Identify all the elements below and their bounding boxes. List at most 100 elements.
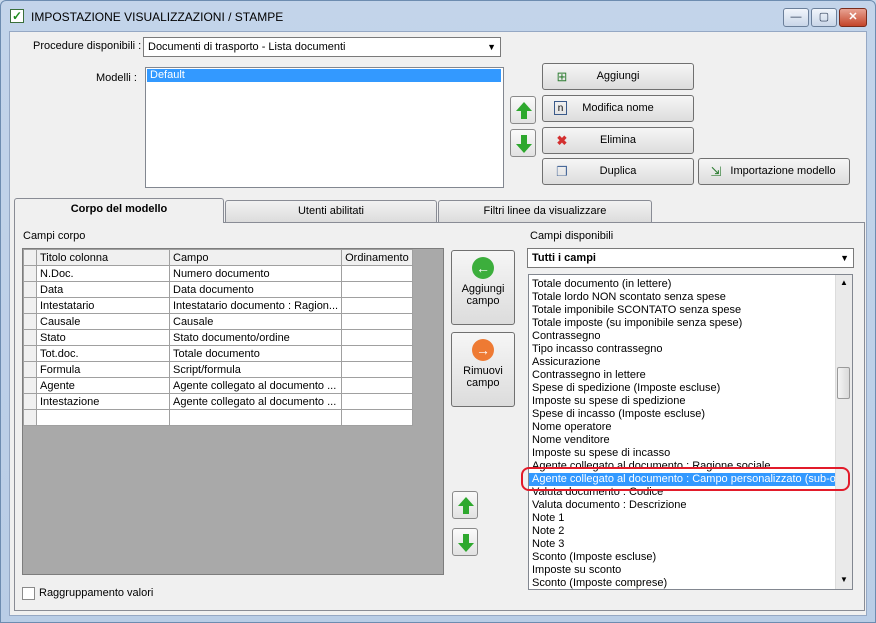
list-item[interactable]: Spese di incasso (Imposte escluse) (529, 408, 835, 421)
campi-disponibili-list[interactable]: Totale documento (in lettere) Totale lord… (528, 274, 853, 590)
list-item[interactable]: Totale lordo NON scontato senza spese (529, 291, 835, 304)
model-move-down-button[interactable] (510, 129, 536, 157)
table-cell[interactable]: Numero documento (168, 265, 343, 282)
table-cell[interactable]: Totale documento (168, 345, 343, 362)
field-move-down-button[interactable] (452, 528, 478, 556)
column-header-ordinamento[interactable]: Ordinamento (341, 249, 413, 266)
list-item[interactable]: Totale documento (in lettere) (529, 278, 835, 291)
list-item[interactable]: Note 1 (529, 512, 835, 525)
list-item[interactable]: Totale imposte (su imponibile senza spes… (529, 317, 835, 330)
table-cell[interactable] (341, 313, 413, 330)
table-cell[interactable]: Script/formula (168, 361, 343, 378)
elimina-button[interactable]: ✖ Elimina (542, 127, 694, 154)
table-cell[interactable] (341, 409, 413, 426)
table-cell[interactable]: Agente collegato al documento ... (168, 377, 343, 394)
table-cell[interactable]: Formula (36, 361, 170, 378)
table-cell[interactable] (341, 393, 413, 410)
modelli-list[interactable]: Default (145, 67, 504, 188)
row-indicator[interactable] (23, 329, 37, 346)
list-item[interactable]: Sconto (Imposte comprese) (529, 577, 835, 589)
tab-utenti-abilitati[interactable]: Utenti abilitati (225, 200, 437, 222)
list-item[interactable]: Imposte su sconto (529, 564, 835, 577)
column-header-titolo[interactable]: Titolo colonna (36, 249, 170, 266)
list-item[interactable]: Imposte su spese di spedizione (529, 395, 835, 408)
row-indicator[interactable] (23, 265, 37, 282)
scroll-up-icon[interactable]: ▲ (840, 278, 848, 287)
field-move-up-button[interactable] (452, 491, 478, 519)
list-item[interactable]: Nome operatore (529, 421, 835, 434)
table-row[interactable] (23, 409, 413, 426)
table-cell[interactable]: Intestatario (36, 297, 170, 314)
column-header-campo[interactable]: Campo (168, 249, 343, 266)
row-indicator[interactable] (23, 393, 37, 410)
list-item[interactable]: Tipo incasso contrassegno (529, 343, 835, 356)
vertical-scrollbar[interactable]: ▲ ▼ (835, 275, 852, 589)
table-cell[interactable]: Tot.doc. (36, 345, 170, 362)
table-row[interactable]: Intestazione Agente collegato al document… (23, 393, 413, 410)
list-item[interactable]: Contrassegno (529, 330, 835, 343)
table-row[interactable]: Data Data documento (23, 281, 413, 298)
table-cell[interactable]: Intestatario documento : Ragion... (168, 297, 343, 314)
list-item[interactable]: Contrassegno in lettere (529, 369, 835, 382)
table-cell[interactable]: Stato (36, 329, 170, 346)
table-cell[interactable]: Stato documento/ordine (168, 329, 343, 346)
row-indicator[interactable] (23, 409, 37, 426)
list-item[interactable]: Note 2 (529, 525, 835, 538)
table-cell[interactable]: Data documento (168, 281, 343, 298)
aggiungi-button[interactable]: ⊞ Aggiungi (542, 63, 694, 90)
campi-corpo-grid[interactable]: Titolo colonna Campo Ordinamento N.Doc. N… (22, 248, 444, 575)
duplica-button[interactable]: ❐ Duplica (542, 158, 694, 185)
list-item[interactable]: Valuta documento : Descrizione (529, 499, 835, 512)
list-item[interactable]: Nome venditore (529, 434, 835, 447)
procedure-select[interactable]: Documenti di trasporto - Lista documenti… (143, 37, 501, 57)
importazione-modello-button[interactable]: ⇲ Importazione modello (698, 158, 850, 185)
modifica-nome-button[interactable]: n Modifica nome (542, 95, 694, 122)
table-row[interactable]: Formula Script/formula (23, 361, 413, 378)
table-cell[interactable] (341, 329, 413, 346)
table-cell[interactable] (341, 297, 413, 314)
tab-corpo-del-modello[interactable]: Corpo del modello (14, 198, 224, 223)
table-cell[interactable] (341, 265, 413, 282)
row-indicator[interactable] (23, 297, 37, 314)
aggiungi-campo-button[interactable]: ← Aggiungi campo (451, 250, 515, 325)
table-cell[interactable] (341, 361, 413, 378)
list-item[interactable]: Imposte su spese di incasso (529, 447, 835, 460)
table-row[interactable]: Tot.doc. Totale documento (23, 345, 413, 362)
table-row[interactable]: Causale Causale (23, 313, 413, 330)
table-cell[interactable]: Agente collegato al documento ... (168, 393, 343, 410)
modelli-item[interactable]: Default (147, 69, 501, 82)
minimize-button[interactable]: — (783, 8, 809, 27)
campi-filter-select[interactable]: Tutti i campi ▼ (527, 248, 854, 268)
row-indicator[interactable] (23, 345, 37, 362)
tab-filtri-linee[interactable]: Filtri linee da visualizzare (438, 200, 652, 222)
table-row[interactable]: Intestatario Intestatario documento : Rag… (23, 297, 413, 314)
scroll-thumb[interactable] (837, 367, 850, 399)
rimuovi-campo-button[interactable]: → Rimuovi campo (451, 332, 515, 407)
table-cell[interactable] (168, 409, 343, 426)
close-button[interactable]: ✕ (839, 8, 867, 27)
table-cell[interactable] (341, 377, 413, 394)
table-cell[interactable]: Causale (168, 313, 343, 330)
list-item[interactable]: Totale imponibile SCONTATO senza spese (529, 304, 835, 317)
table-cell[interactable]: Intestazione (36, 393, 170, 410)
table-cell[interactable]: Data (36, 281, 170, 298)
table-row[interactable]: Stato Stato documento/ordine (23, 329, 413, 346)
list-item[interactable]: Spese di spedizione (Imposte escluse) (529, 382, 835, 395)
row-indicator[interactable] (23, 377, 37, 394)
table-cell[interactable] (341, 345, 413, 362)
table-cell[interactable] (341, 281, 413, 298)
scroll-down-icon[interactable]: ▼ (840, 575, 848, 584)
maximize-button[interactable]: ▢ (811, 8, 837, 27)
list-item[interactable]: Assicurazione (529, 356, 835, 369)
raggruppamento-checkbox[interactable] (22, 587, 35, 600)
row-indicator[interactable] (23, 313, 37, 330)
row-indicator[interactable] (23, 361, 37, 378)
table-row[interactable]: Agente Agente collegato al documento ... (23, 377, 413, 394)
title-bar[interactable]: ✓ IMPOSTAZIONE VISUALIZZAZIONI / STAMPE … (1, 1, 875, 31)
table-cell[interactable]: Agente (36, 377, 170, 394)
table-cell[interactable] (36, 409, 170, 426)
row-indicator[interactable] (23, 281, 37, 298)
list-item[interactable]: Note 3 (529, 538, 835, 551)
list-item[interactable]: Sconto (Imposte escluse) (529, 551, 835, 564)
model-move-up-button[interactable] (510, 96, 536, 124)
